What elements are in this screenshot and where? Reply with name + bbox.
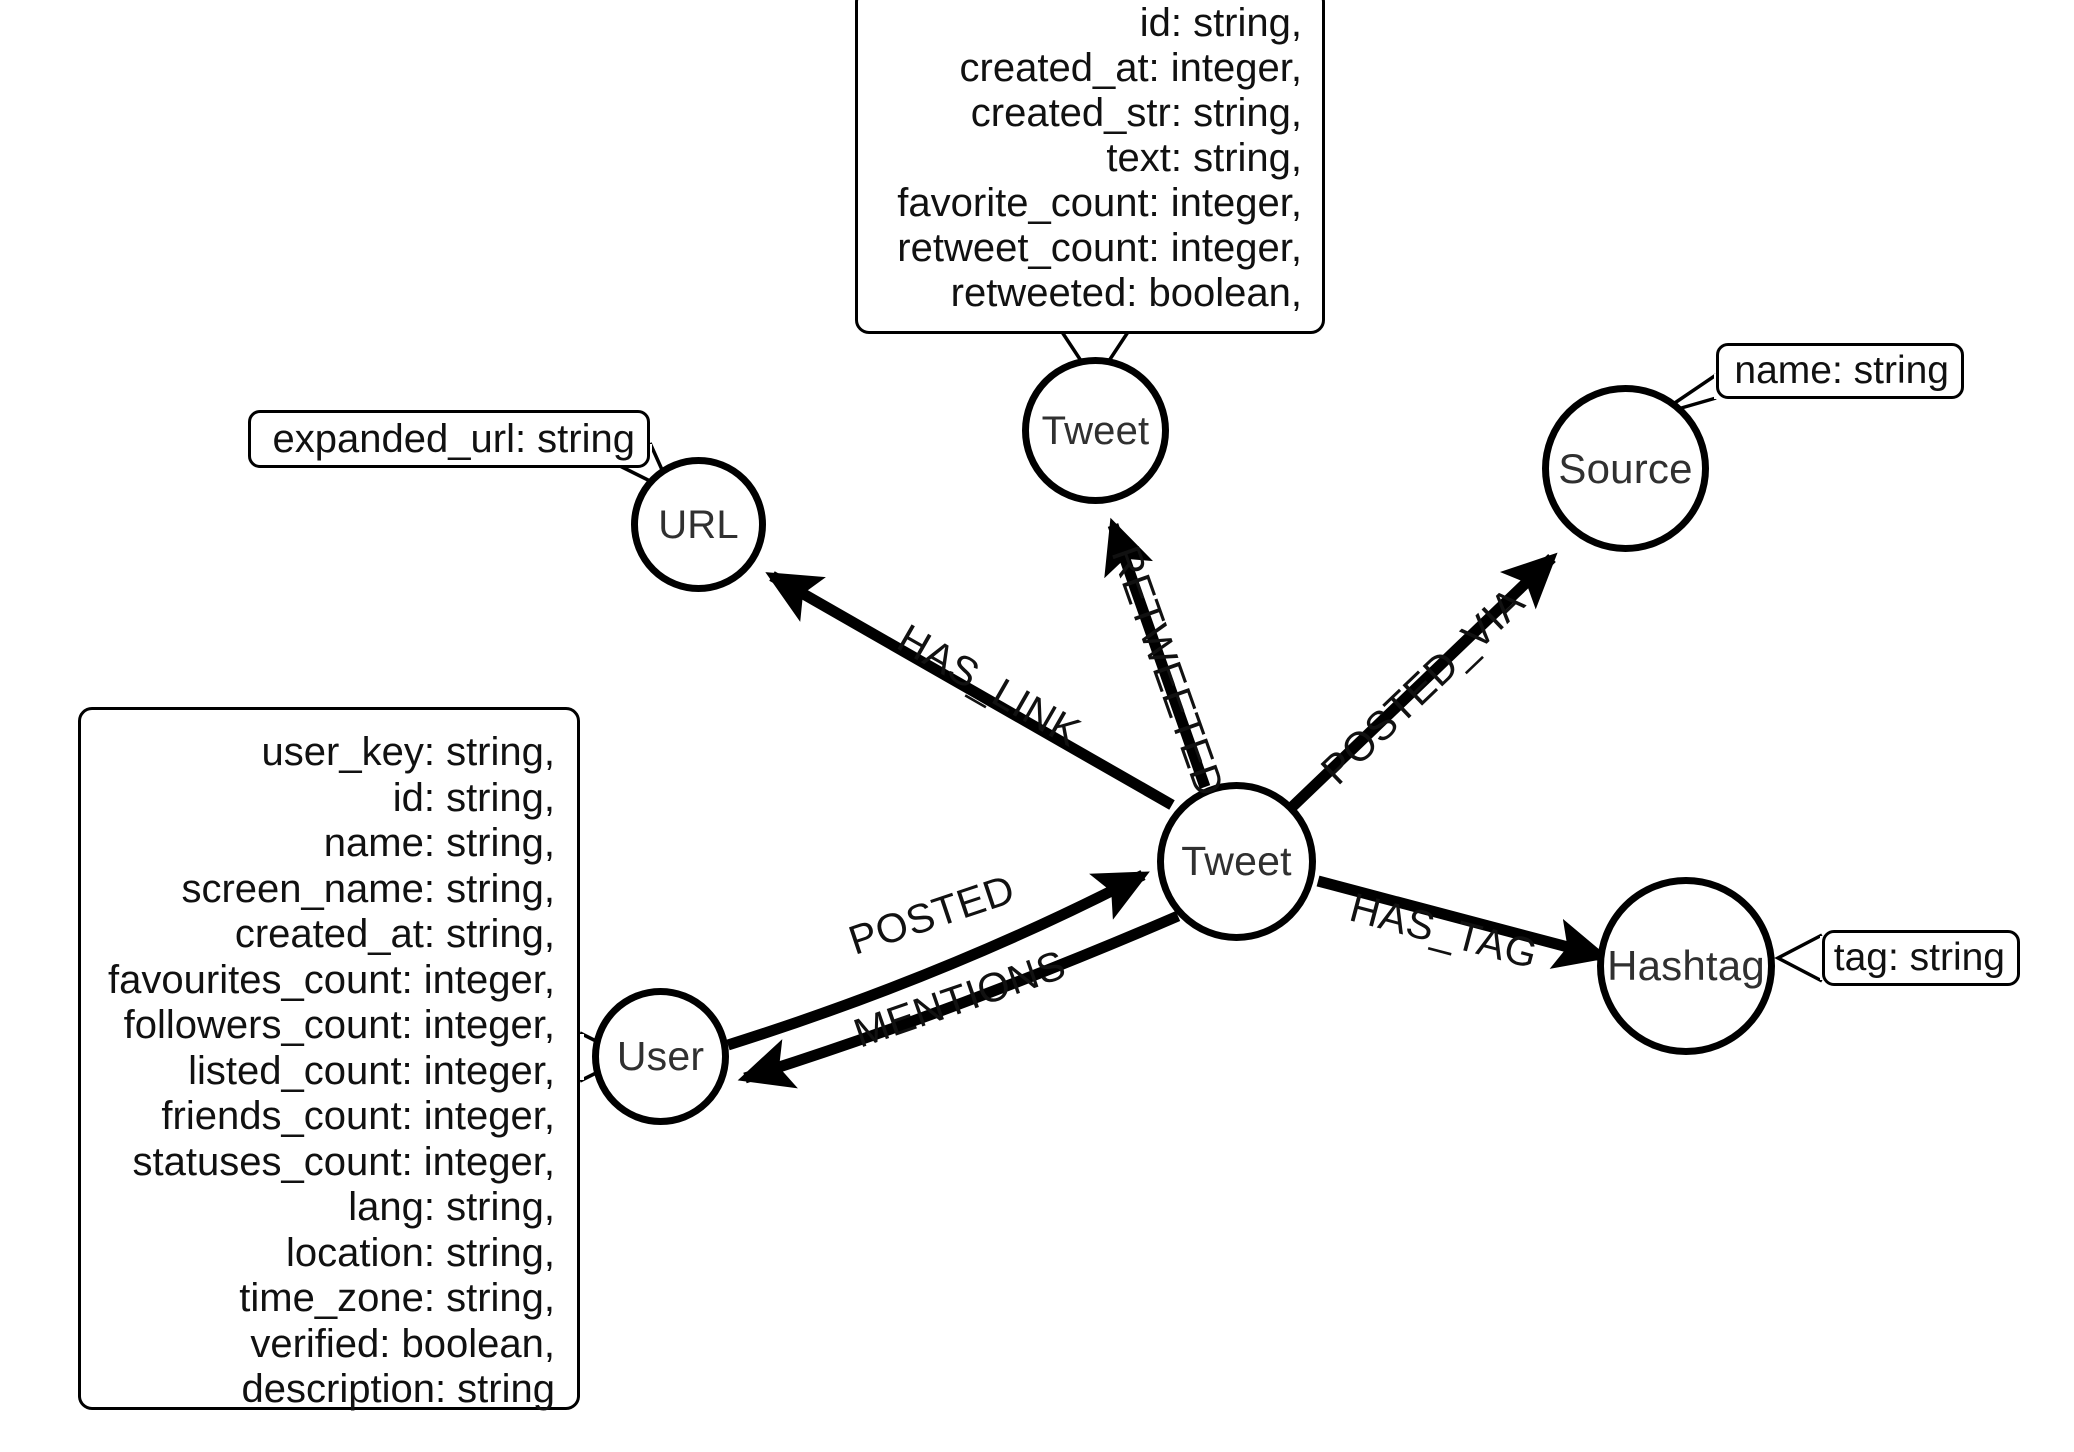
node-label: Hashtag xyxy=(1607,942,1765,989)
callout-tail-hashtag-prop xyxy=(1774,933,1823,983)
user-prop-line: created_at: string, xyxy=(234,912,555,956)
hashtag-property-box: tag: string xyxy=(1822,930,2020,986)
user-prop-line: listed_count: integer, xyxy=(188,1048,555,1093)
user-prop-line: name: string, xyxy=(323,821,555,865)
tweet-prop-line: favorite_count: integer, xyxy=(897,181,1302,225)
node-source[interactable]: Source xyxy=(1542,385,1709,552)
tweet-prop-line: created_at: integer, xyxy=(959,46,1302,90)
user-prop-line: favourites_count: integer, xyxy=(108,957,555,1002)
user-prop-line: user_key: string, xyxy=(261,730,555,774)
node-label: Tweet xyxy=(1041,408,1150,453)
url-prop-line: expanded_url: string xyxy=(272,416,635,461)
user-prop-line: time_zone: string, xyxy=(239,1276,555,1320)
user-prop-line: lang: string, xyxy=(348,1185,555,1229)
hashtag-prop-line: tag: string xyxy=(1833,936,2005,979)
url-property-box: expanded_url: string xyxy=(248,410,650,468)
node-label: User xyxy=(616,1033,705,1079)
node-tweet-center[interactable]: Tweet xyxy=(1157,782,1316,941)
user-property-box: user_key: string, id: string, name: stri… xyxy=(78,707,580,1411)
node-hashtag[interactable]: Hashtag xyxy=(1597,877,1775,1055)
user-prop-line: id: string, xyxy=(392,775,555,820)
diagram-canvas: id: string, created_at: integer, created… xyxy=(0,0,2074,1452)
node-label: Source xyxy=(1558,444,1693,492)
source-property-box: name: string xyxy=(1716,343,1964,399)
tweet-prop-line: created_str: string, xyxy=(970,91,1302,135)
node-tweet-top[interactable]: Tweet xyxy=(1022,357,1169,504)
tweet-prop-line: text: string, xyxy=(1106,136,1302,180)
node-url[interactable]: URL xyxy=(631,457,766,592)
tweet-property-box: id: string, created_at: integer, created… xyxy=(855,0,1325,334)
user-prop-line: statuses_count: integer, xyxy=(132,1139,556,1184)
user-prop-line: description: string xyxy=(241,1367,555,1411)
node-label: Tweet xyxy=(1181,838,1292,884)
source-prop-line: name: string xyxy=(1734,349,1949,392)
user-prop-line: screen_name: string, xyxy=(181,866,555,911)
user-prop-line: followers_count: integer, xyxy=(123,1003,555,1047)
node-user[interactable]: User xyxy=(592,988,729,1125)
user-prop-line: location: string, xyxy=(285,1230,555,1275)
user-prop-line: friends_count: integer, xyxy=(161,1094,555,1138)
node-label: URL xyxy=(658,502,739,547)
user-prop-line: verified: boolean, xyxy=(250,1321,555,1366)
tweet-prop-line: retweeted: boolean, xyxy=(950,271,1302,315)
tweet-prop-line: id: string, xyxy=(1139,1,1302,45)
tweet-prop-line: retweet_count: integer, xyxy=(897,226,1302,270)
